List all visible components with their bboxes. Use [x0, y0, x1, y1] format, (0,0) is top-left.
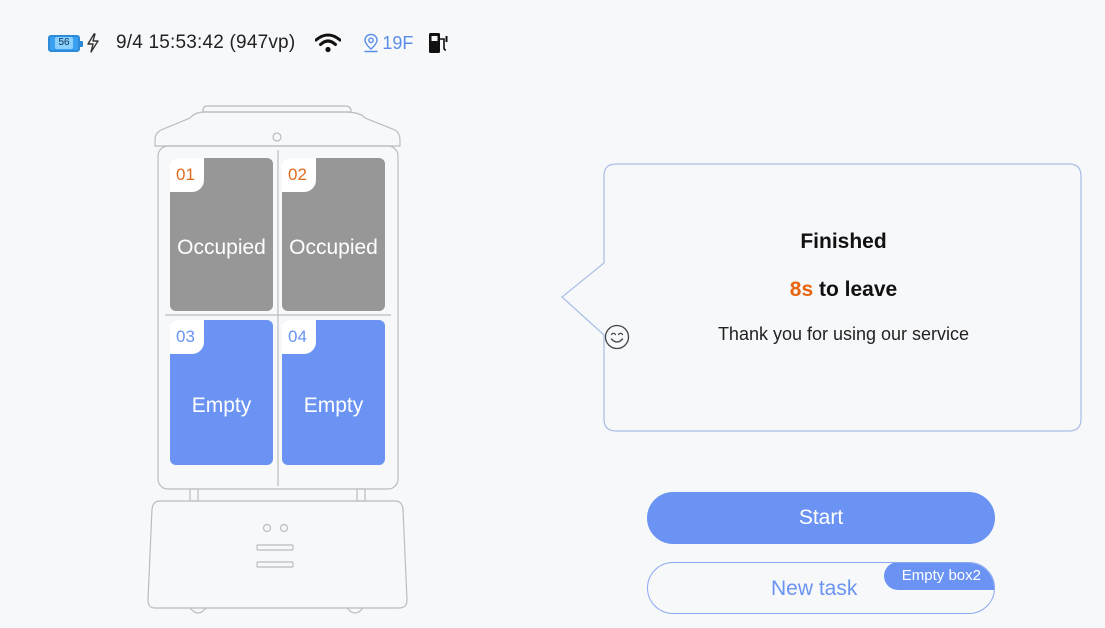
thanks-message: Thank you for using our service — [604, 324, 1083, 350]
locker-number: 02 — [282, 158, 316, 192]
countdown-value: 8s — [789, 278, 814, 301]
floor-label: 19F — [382, 32, 414, 53]
locker-status: Empty — [191, 393, 252, 417]
start-button[interactable]: Start — [647, 492, 995, 544]
locker-04[interactable]: 04 Empty — [282, 320, 385, 465]
locker-03[interactable]: 03 Empty — [170, 320, 273, 465]
status-bar: 56 9/4 15:53:42 (947vp) 19F — [48, 30, 449, 56]
empty-box-badge: Empty box2 — [883, 563, 994, 590]
locker-number: 01 — [170, 158, 204, 192]
new-task-button[interactable]: New task Empty box2 — [647, 562, 995, 614]
thanks-text: Thank you for using our service — [717, 324, 970, 344]
countdown-suffix: to leave — [813, 278, 898, 301]
smile-icon — [604, 324, 630, 350]
locker-number: 03 — [170, 320, 204, 354]
wifi-icon — [315, 33, 342, 53]
locker-02[interactable]: 02 Occupied — [282, 158, 385, 311]
message-bubble: Finished 8s to leave Thank you for using… — [561, 163, 1083, 433]
battery-icon: 56 — [48, 34, 83, 52]
locker-status: Empty — [303, 393, 364, 417]
location-pin-icon — [364, 33, 379, 53]
locker-01[interactable]: 01 Occupied — [170, 158, 273, 311]
robot-illustration: 01 Occupied 02 Occupied 03 Empty 04 Empt… — [145, 100, 410, 620]
start-button-label: Start — [798, 506, 844, 529]
locker-number: 04 — [282, 320, 316, 354]
locker-status: Occupied — [177, 235, 266, 259]
locker-status: Occupied — [289, 235, 378, 259]
new-task-label: New task — [771, 577, 858, 600]
status-datetime: 9/4 15:53:42 (947vp) — [116, 32, 296, 53]
battery-level: 56 — [55, 37, 73, 49]
status-title: Finished — [800, 230, 887, 253]
countdown-text: 8s to leave — [604, 278, 1083, 302]
charging-bolt-icon — [87, 33, 99, 53]
charging-station-icon — [429, 33, 448, 53]
floor-indicator: 19F — [363, 33, 413, 54]
